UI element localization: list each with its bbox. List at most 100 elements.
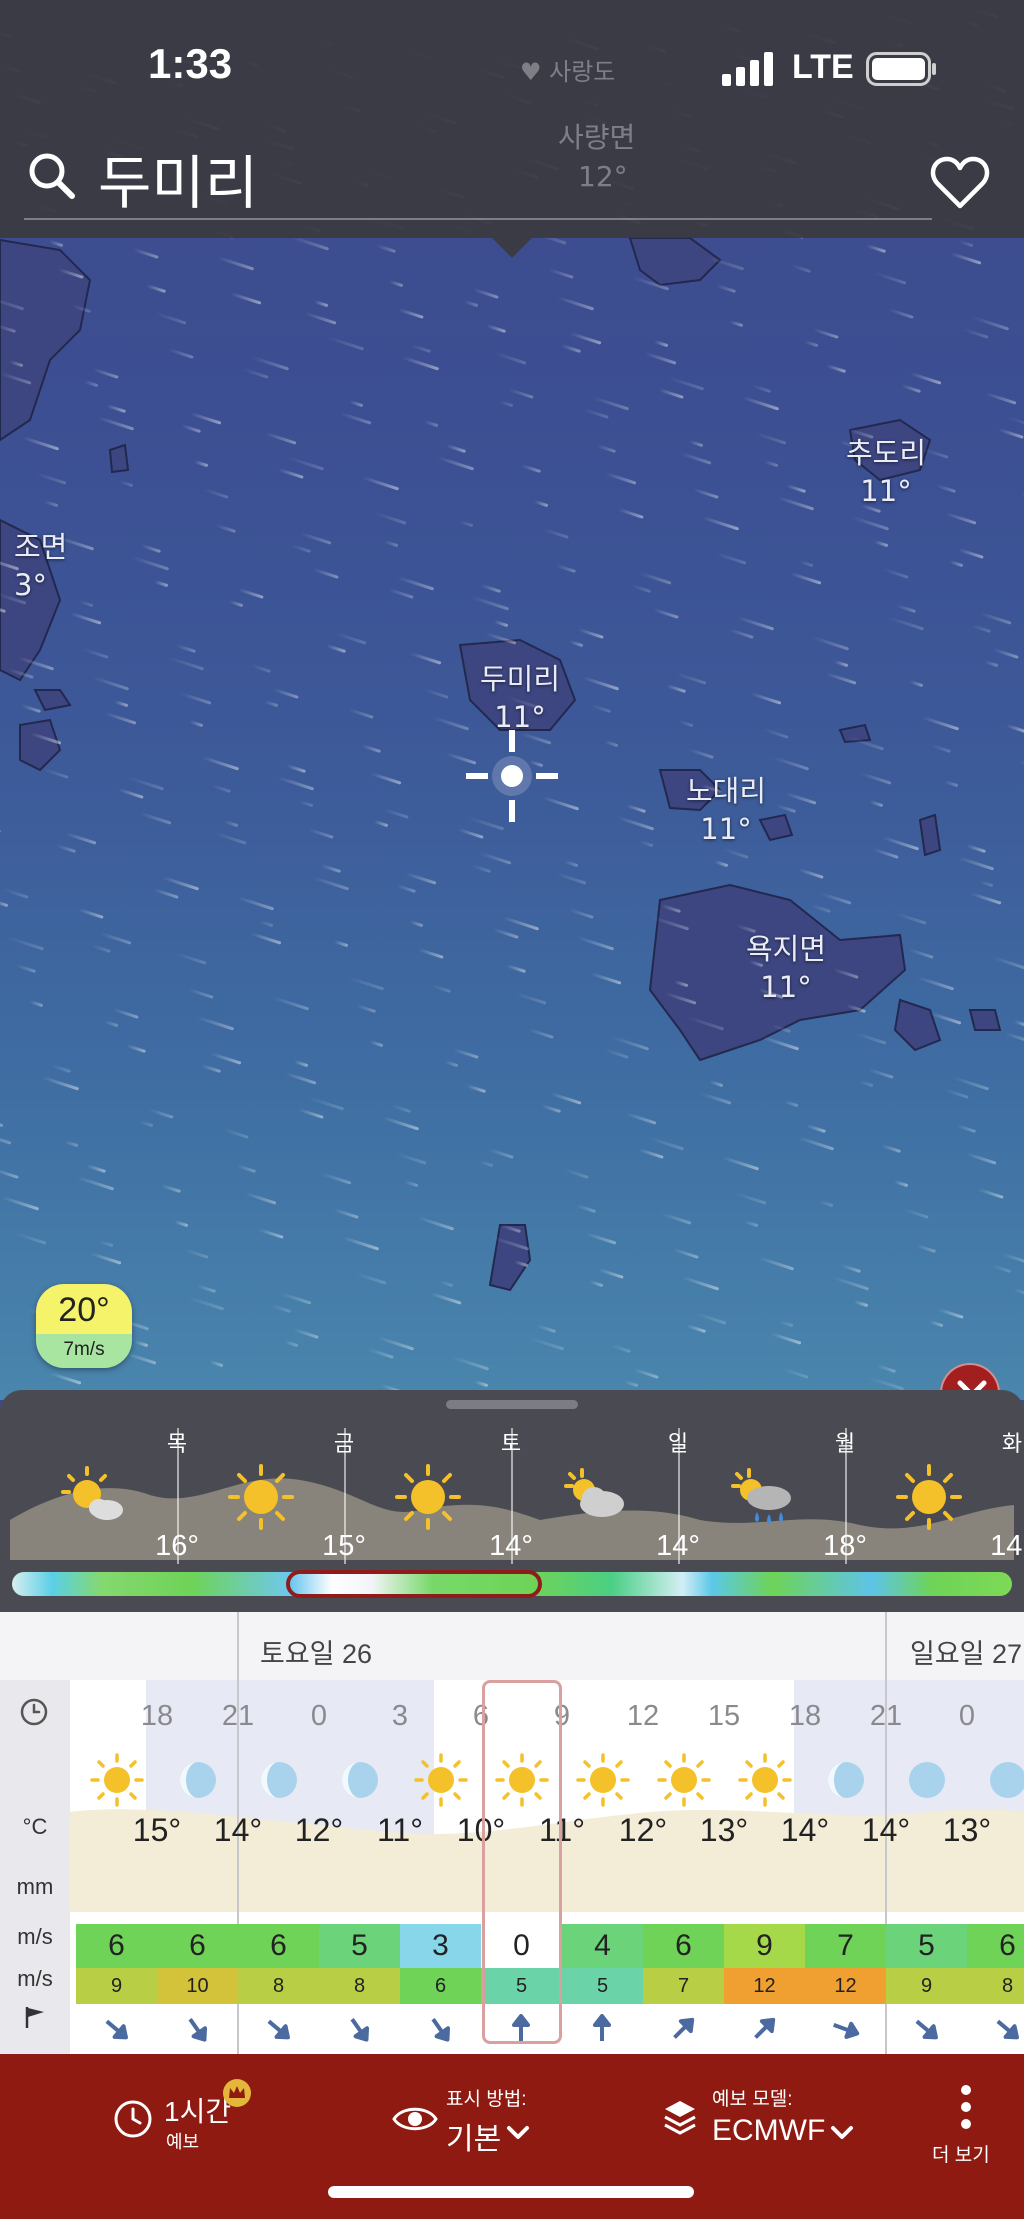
wind-streak (0, 1132, 12, 1145)
chevron-down-icon[interactable] (830, 2124, 854, 2142)
wind-streak (238, 588, 264, 599)
hour-column[interactable]: 21 14° 7 12 (805, 1680, 910, 2054)
wind-streak (418, 948, 444, 959)
hour-column[interactable]: 18 14° 9 12 (724, 1680, 829, 2054)
full-moon-icon (908, 1762, 945, 1798)
hour-column[interactable]: 21 14° 6 10 (157, 1680, 262, 2054)
place-label-chudori[interactable]: 추도리 11° (846, 434, 926, 510)
eye-icon[interactable] (392, 2102, 438, 2136)
place-label-dumiri[interactable]: 두미리 11° (480, 660, 560, 736)
place-label-jomyeon[interactable]: 조면 3° (14, 528, 67, 604)
layers-icon[interactable] (662, 2098, 698, 2138)
wind-streak (799, 560, 813, 567)
wind-streak (980, 612, 1012, 625)
wind-streak (146, 284, 166, 293)
wind-streak (958, 548, 984, 559)
wind-gust-cell: 9 (886, 1968, 967, 2004)
current-temp-badge[interactable]: 20° 7m/s (36, 1284, 132, 1368)
display-mode-dropdown[interactable]: 기본 (446, 2114, 501, 2158)
wind-streak (154, 580, 168, 587)
hour-column[interactable]: 0 12° 6 8 (238, 1680, 343, 2054)
hour-column[interactable]: 15 13° 6 7 (643, 1680, 748, 2054)
hour-column[interactable]: 18 15° 6 9 (76, 1680, 181, 2054)
wind-streak (729, 320, 743, 327)
wind-gust-cell: 5 (562, 1968, 643, 2004)
favorite-heart-icon[interactable] (930, 156, 990, 210)
wind-streak (474, 1380, 488, 1387)
wind-streak (314, 300, 328, 307)
sun-icon (575, 1753, 630, 1807)
wind-streak (335, 632, 367, 645)
wind-streak (16, 964, 36, 973)
wind-streak (751, 384, 771, 393)
hour-column[interactable]: 6 10° 3 6 (400, 1680, 505, 2054)
wind-streak (541, 1104, 561, 1113)
day-thu[interactable]: 목 16° (10, 1390, 199, 1575)
wind-streak (755, 432, 787, 445)
wind-speed-cell: 3 (400, 1924, 481, 1968)
wind-streak (209, 1360, 223, 1367)
wind-speed-cell: 6 (238, 1924, 319, 1968)
wind-streak (44, 500, 58, 507)
wind-streak (883, 568, 909, 579)
wind-streak (78, 908, 104, 919)
wind-streak (7, 936, 44, 951)
signal-icon (722, 52, 773, 86)
hour-column[interactable]: 3 13° 6 8 (967, 1680, 1024, 2054)
day-sun[interactable]: 일 14° (511, 1390, 700, 1575)
forecast-model-dropdown[interactable]: ECMWF (712, 2114, 825, 2148)
wind-streak (563, 1168, 589, 1179)
wind-streak (100, 932, 132, 945)
cloud-sun-icon (563, 1468, 624, 1517)
wind-streak (259, 920, 273, 927)
ghost-place-sub: 사량면 (558, 121, 636, 154)
wind-streak (473, 288, 499, 299)
wind-streak (585, 1232, 617, 1245)
wind-streak (908, 948, 934, 959)
interval-sub: 예보 (166, 2132, 200, 2152)
chevron-down-icon[interactable] (506, 2124, 530, 2142)
clock-interval-icon[interactable] (112, 2098, 154, 2140)
wind-streak (291, 544, 311, 553)
search-icon[interactable] (26, 150, 76, 200)
wind-streak (327, 336, 364, 351)
sun-icon (413, 1753, 468, 1807)
wind-streak (949, 560, 963, 567)
wind-streak (592, 396, 629, 411)
wind-streak (564, 860, 578, 867)
place-label-yokjimyeon[interactable]: 욕지면 11° (746, 930, 826, 1006)
wind-gust: 5 (596, 1975, 609, 1997)
hour-column[interactable]: 3 11° 5 8 (319, 1680, 423, 2054)
wind-streak (673, 1248, 699, 1259)
wind-streak (348, 708, 374, 719)
daily-forecast-strip[interactable]: 목 16° 금 15° 토 14° 일 14° (0, 1390, 1024, 1612)
selected-hour-highlight (482, 1680, 562, 2044)
wind-streak (797, 1136, 834, 1151)
day-sat[interactable]: 토 14° (344, 1390, 533, 1575)
wind-streak (716, 284, 736, 293)
day-fri[interactable]: 금 15° (177, 1390, 366, 1575)
wind-streak (638, 1148, 664, 1159)
search-input[interactable]: 두미리 (98, 136, 258, 220)
wind-speed: 6 (189, 1929, 206, 1962)
more-button[interactable]: 더 보기 (932, 2140, 990, 2167)
wind-streak (216, 524, 236, 533)
wind-streak (439, 1280, 453, 1287)
place-label-nodaeri[interactable]: 노대리 11° (686, 772, 766, 848)
wind-streak (486, 324, 506, 333)
hour-column[interactable]: 0 13° 5 9 (886, 1680, 991, 2054)
day-mon[interactable]: 월 18° (678, 1390, 867, 1575)
wind-speed-cell: 7 (805, 1924, 886, 1968)
wind-direction-arrow-icon (833, 2021, 860, 2039)
hour-column[interactable]: 12 12° 4 5 (562, 1680, 667, 2054)
wind-streak (658, 388, 684, 399)
wind-streak (148, 1108, 174, 1119)
clock-icon (20, 1698, 48, 1726)
day-tue[interactable]: 화 14° (845, 1390, 1024, 1575)
wind-streak (293, 1328, 319, 1339)
selected-range-window[interactable] (286, 1570, 542, 1598)
wind-streak (141, 544, 161, 553)
row-label-gust: m/s (17, 1966, 53, 1991)
more-dots-icon[interactable] (956, 2084, 976, 2130)
wind-streak (499, 400, 513, 407)
